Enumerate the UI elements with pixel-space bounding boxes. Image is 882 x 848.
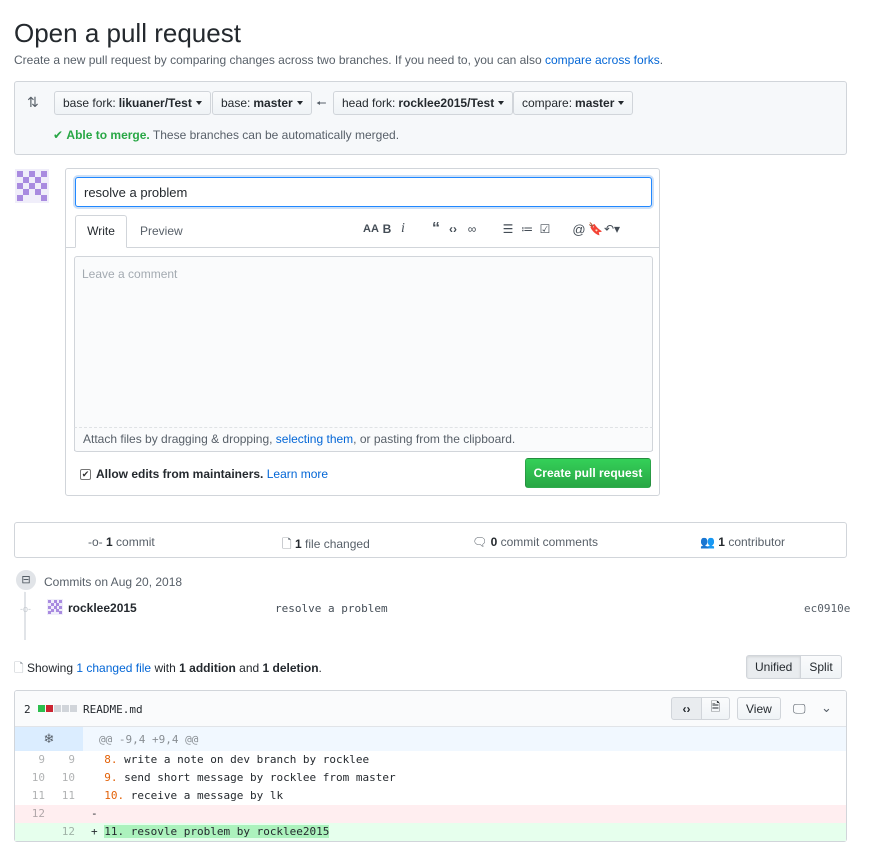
source-diff-button[interactable]: ‹›: [671, 697, 702, 720]
commit-author-avatar[interactable]: [47, 599, 63, 615]
compare-across-forks-link[interactable]: compare across forks: [545, 53, 660, 67]
commits-date-heading: Commits on Aug 20, 2018: [44, 575, 183, 589]
avatar: [15, 169, 49, 203]
line-code: + 11. resovle problem by rocklee2015: [91, 825, 330, 838]
commit-sha[interactable]: ec0910e: [804, 602, 850, 615]
line-code: 8. write a note on dev branch by rocklee: [104, 753, 370, 766]
learn-more-link[interactable]: Learn more: [267, 467, 328, 481]
comment-icon: 🗨: [472, 535, 488, 549]
line-code: -: [91, 807, 105, 820]
ordered-list-icon[interactable]: ≔: [518, 222, 536, 236]
task-list-icon[interactable]: ☑: [536, 222, 554, 236]
markdown-toolbar: AA B i “ ‹› ∞ ☰ ≔ ☑ @ 🔖 ↶▾: [362, 220, 622, 238]
diff-line-ctx: 11 11 10. receive a message by lk: [15, 787, 846, 805]
diff-line-ctx: 10 10 9. send short message by rocklee fr…: [15, 769, 846, 787]
contributors-tab[interactable]: 👥 1 contributor: [700, 535, 785, 549]
header-icon[interactable]: AA: [362, 223, 380, 235]
bold-icon[interactable]: B: [380, 222, 394, 236]
pull-request-form: Write Preview AA B i “ ‹› ∞ ☰ ≔ ☑ @ 🔖 ↶▾…: [65, 168, 660, 496]
chevron-down-icon[interactable]: ⌄: [821, 700, 832, 716]
view-file-button[interactable]: View: [737, 697, 781, 720]
old-line-number[interactable]: 9: [15, 751, 45, 769]
diff-line-del: 12 -: [15, 805, 846, 823]
create-pull-request-button[interactable]: Create pull request: [525, 458, 651, 488]
pr-title-input[interactable]: [75, 177, 652, 207]
split-view-button[interactable]: Split: [800, 655, 842, 679]
file-name[interactable]: README.md: [83, 703, 143, 716]
new-line-number[interactable]: 12: [45, 823, 75, 841]
files-changed-tab[interactable]: 🗋 1 file changed: [282, 535, 370, 556]
unified-view-button[interactable]: Unified: [746, 655, 802, 679]
diff-change-count: 2: [24, 703, 31, 716]
old-line-number[interactable]: 11: [15, 787, 45, 805]
new-line-number[interactable]: 11: [45, 787, 75, 805]
comment-textarea[interactable]: Leave a comment ◢: [74, 256, 653, 451]
page-subtitle: Create a new pull request by comparing c…: [14, 53, 664, 67]
line-code: 9. send short message by rocklee from ma…: [104, 771, 396, 784]
caret-down-icon: [195, 101, 202, 105]
hunk-header: ❄ @@ -9,4 +9,4 @@: [15, 727, 846, 751]
comment-placeholder: Leave a comment: [82, 267, 178, 281]
code-icon: ‹›: [682, 701, 691, 716]
caret-down-icon: [296, 101, 303, 105]
reply-icon[interactable]: ↶▾: [602, 222, 622, 236]
rich-diff-button[interactable]: 🗎: [701, 697, 730, 720]
commits-tab[interactable]: -o- 1 commit: [88, 535, 155, 549]
link-icon[interactable]: ∞: [462, 222, 482, 236]
compare-arrows-icon: ⇅: [27, 94, 39, 110]
italic-icon[interactable]: i: [394, 221, 412, 237]
merge-status: ✔ Able to merge. These branches can be a…: [53, 128, 400, 142]
compare-range-box: ⇅ base fork: likuaner/Test base: master 🠔 …: [14, 81, 847, 155]
commit-group-icon: ⊟: [14, 568, 38, 592]
arrow-left-icon: 🠔: [316, 96, 327, 110]
tab-preview[interactable]: Preview: [140, 224, 183, 238]
commit-dot-icon: -o-: [20, 604, 31, 614]
bookmark-icon[interactable]: 🔖: [588, 222, 603, 236]
commit-message[interactable]: resolve a problem: [275, 602, 388, 615]
base-branch-select[interactable]: base: master: [212, 91, 312, 115]
commit-author[interactable]: rocklee2015: [68, 601, 137, 615]
head-fork-select[interactable]: head fork: rocklee2015/Test: [333, 91, 514, 115]
select-files-link[interactable]: selecting them: [276, 432, 353, 446]
attach-files-bar[interactable]: Attach files by dragging & dropping, sel…: [74, 427, 653, 452]
diff-view-toggle: Unified Split: [746, 655, 842, 679]
page-title: Open a pull request: [14, 18, 241, 48]
people-icon: 👥: [700, 535, 715, 549]
hunk-range: @@ -9,4 +9,4 @@: [99, 733, 199, 746]
compare-branch-select[interactable]: compare: master: [513, 91, 634, 115]
stats-bar: -o- 1 commit 🗋 1 file changed 🗨 0 commit…: [14, 522, 847, 558]
unordered-list-icon[interactable]: ☰: [498, 222, 518, 236]
diff-line-ctx: 99 8. write a note on dev branch by rock…: [15, 751, 846, 769]
caret-down-icon: [498, 101, 505, 105]
diff-summary: 🗋 Showing 1 changed file with 1 addition…: [14, 661, 322, 675]
file-diff-icon: 🗋: [282, 537, 292, 551]
file-icon: 🗎: [710, 700, 721, 714]
old-line-number[interactable]: 12: [15, 805, 45, 823]
commit-comments-tab[interactable]: 🗨 0 commit comments: [472, 535, 598, 549]
allow-edits-row: ✔ Allow edits from maintainers. Learn mo…: [80, 467, 329, 481]
mention-icon[interactable]: @: [570, 222, 588, 237]
changed-files-link[interactable]: 1 changed file: [76, 661, 151, 675]
line-code: 10. receive a message by lk: [104, 789, 284, 802]
code-icon[interactable]: ‹›: [444, 222, 462, 236]
diffstat-bar: [38, 705, 77, 712]
diff-line-add: 12 + 11. resovle problem by rocklee2015: [15, 823, 846, 841]
desktop-icon[interactable]: 🖵: [793, 701, 806, 717]
new-line-number[interactable]: 10: [45, 769, 75, 787]
commit-icon: -o-: [88, 535, 103, 549]
quote-icon[interactable]: “: [428, 220, 444, 238]
allow-edits-checkbox[interactable]: ✔: [80, 468, 91, 480]
new-line-number[interactable]: 9: [45, 751, 75, 769]
expand-icon[interactable]: ❄: [15, 727, 83, 751]
check-icon: ✔: [53, 128, 64, 142]
caret-down-icon: [618, 101, 625, 105]
file-header: 2 README.md ‹› 🗎 View 🖵 ⌄: [15, 691, 846, 727]
timeline-line: [24, 588, 26, 640]
base-fork-select[interactable]: base fork: likuaner/Test: [54, 91, 211, 115]
tabs-divider: [66, 247, 659, 248]
tab-write[interactable]: Write: [75, 215, 127, 248]
old-line-number[interactable]: 10: [15, 769, 45, 787]
file-diff-icon: 🗋: [14, 661, 24, 675]
